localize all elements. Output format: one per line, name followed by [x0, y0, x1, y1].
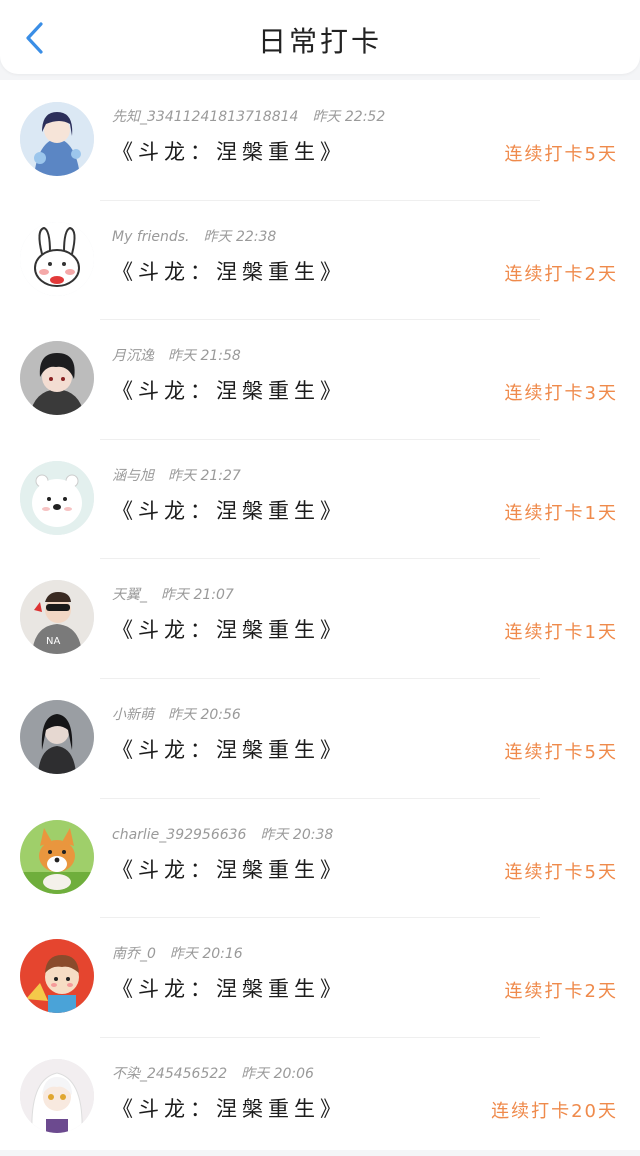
- item-meta: 月沉逸 昨天 21:58: [112, 345, 241, 365]
- username[interactable]: 月沉逸: [112, 348, 154, 364]
- cartoon-kid-avatar[interactable]: [20, 939, 94, 1014]
- checkin-time: 昨天 20:56: [168, 706, 241, 723]
- book-title[interactable]: 《斗龙：涅槃重生》: [112, 854, 346, 884]
- book-title[interactable]: 《斗龙：涅槃重生》: [112, 1093, 346, 1123]
- item-meta: 天翼_ 昨天 21:07: [112, 584, 234, 604]
- list-item[interactable]: 先知_33411241813718814 昨天 22:52 《斗龙：涅槃重生》 连…: [0, 80, 640, 200]
- checkin-time: 昨天 22:38: [203, 228, 277, 245]
- book-title[interactable]: 《斗龙：涅槃重生》: [112, 256, 346, 286]
- book-title[interactable]: 《斗龙：涅槃重生》: [112, 495, 346, 525]
- checkin-time: 昨天 20:38: [260, 826, 334, 843]
- list-item[interactable]: 南乔_0 昨天 20:16 《斗龙：涅槃重生》 连续打卡2天: [0, 917, 640, 1037]
- checkin-list: 先知_33411241813718814 昨天 22:52 《斗龙：涅槃重生》 连…: [0, 80, 640, 1150]
- streak-label: 连续打卡20天: [491, 1100, 618, 1122]
- svg-text:NA: NA: [46, 636, 60, 647]
- streak-label: 连续打卡5天: [504, 861, 618, 883]
- checkin-time: 昨天 21:27: [168, 467, 241, 484]
- item-meta: 南乔_0 昨天 20:16: [112, 943, 243, 963]
- list-item[interactable]: charlie_392956636 昨天 20:38 《斗龙：涅槃重生》 连续打卡…: [0, 797, 640, 918]
- streak-label: 连续打卡1天: [504, 502, 618, 524]
- book-title[interactable]: 《斗龙：涅槃重生》: [112, 375, 346, 405]
- polar-bear-avatar[interactable]: [20, 460, 94, 535]
- book-title[interactable]: 《斗龙：涅槃重生》: [112, 136, 346, 166]
- anime-boy-avatar[interactable]: [20, 341, 94, 416]
- username[interactable]: My friends.: [112, 229, 190, 245]
- username[interactable]: 不染_245456522: [112, 1066, 227, 1082]
- list-item[interactable]: NA 天翼_ 昨天 21:07 《斗龙：涅槃重生》 连续打卡1天: [0, 558, 640, 678]
- white-hair-girl-avatar[interactable]: [20, 1058, 94, 1133]
- streak-label: 连续打卡2天: [504, 981, 618, 1003]
- checkin-time: 昨天 22:52: [312, 109, 386, 125]
- book-title[interactable]: 《斗龙：涅槃重生》: [112, 973, 346, 1003]
- item-meta: 不染_245456522 昨天 20:06: [112, 1063, 314, 1083]
- list-item[interactable]: 小新萌 昨天 20:56 《斗龙：涅槃重生》 连续打卡5天: [0, 677, 640, 798]
- anime-girl-avatar[interactable]: [20, 102, 94, 176]
- username[interactable]: charlie_392956636: [112, 827, 246, 843]
- checkin-time: 昨天 21:58: [168, 348, 241, 365]
- item-meta: My friends. 昨天 22:38: [112, 226, 276, 246]
- list-item[interactable]: 月沉逸 昨天 21:58 《斗龙：涅槃重生》 连续打卡3天: [0, 319, 640, 439]
- username[interactable]: 涵与旭: [112, 468, 154, 484]
- streak-label: 连续打卡1天: [504, 622, 618, 644]
- list-item[interactable]: 涵与旭 昨天 21:27 《斗龙：涅槃重生》 连续打卡1天: [0, 438, 640, 559]
- bunny-avatar[interactable]: [20, 221, 94, 296]
- list-item[interactable]: My friends. 昨天 22:38 《斗龙：涅槃重生》 连续打卡2天: [0, 199, 640, 320]
- dark-hair-girl-avatar[interactable]: [20, 699, 94, 774]
- checkin-time: 昨天 20:16: [169, 946, 243, 963]
- username[interactable]: 南乔_0: [112, 946, 156, 962]
- book-title[interactable]: 《斗龙：涅槃重生》: [112, 614, 346, 644]
- page-title: 日常打卡: [257, 25, 382, 58]
- streak-label: 连续打卡5天: [504, 144, 618, 165]
- streak-label: 连续打卡5天: [504, 741, 618, 763]
- streak-label: 连续打卡2天: [504, 263, 618, 285]
- checkin-time: 昨天 20:06: [241, 1065, 314, 1082]
- username[interactable]: 小新萌: [112, 707, 154, 723]
- item-meta: 涵与旭 昨天 21:27: [112, 465, 241, 485]
- book-title[interactable]: 《斗龙：涅槃重生》: [112, 734, 346, 764]
- corgi-avatar[interactable]: [20, 819, 94, 894]
- list-item[interactable]: 不染_245456522 昨天 20:06 《斗龙：涅槃重生》 连续打卡20天: [0, 1036, 640, 1156]
- streak-label: 连续打卡3天: [504, 383, 618, 405]
- item-meta: 小新萌 昨天 20:56: [112, 704, 241, 724]
- username[interactable]: 先知_33411241813718814: [112, 109, 298, 125]
- checkin-time: 昨天 21:07: [161, 587, 234, 604]
- username[interactable]: 天翼_: [112, 587, 147, 603]
- item-meta: charlie_392956636 昨天 20:38: [112, 824, 333, 844]
- item-meta: 先知_33411241813718814 昨天 22:52: [112, 106, 385, 126]
- cartoon-boy-avatar[interactable]: NA: [20, 580, 94, 655]
- header-bar: 日常打卡: [0, 0, 640, 74]
